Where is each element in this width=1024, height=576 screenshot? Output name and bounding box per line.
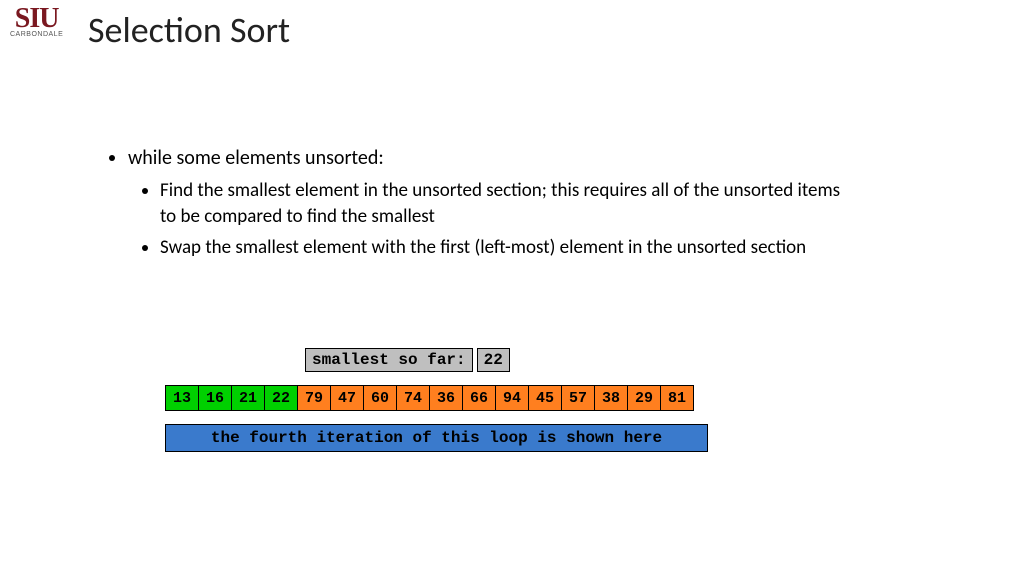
- smallest-so-far-box: smallest so far: 22: [305, 348, 510, 372]
- array-cell-unsorted: 66: [462, 385, 496, 411]
- array-cell-unsorted: 45: [528, 385, 562, 411]
- smallest-value: 22: [477, 348, 510, 372]
- array-cell-unsorted: 74: [396, 385, 430, 411]
- array-cell-unsorted: 81: [660, 385, 694, 411]
- array-cell-unsorted: 79: [297, 385, 331, 411]
- array-cell-unsorted: 29: [627, 385, 661, 411]
- array-cell-unsorted: 38: [594, 385, 628, 411]
- siu-logo: SIU CARBONDALE: [10, 6, 63, 38]
- bullet-sub-1: Find the smallest element in the unsorte…: [160, 178, 860, 229]
- array-cell-unsorted: 60: [363, 385, 397, 411]
- array-cell-sorted: 22: [264, 385, 298, 411]
- array-row: 13 16 21 22 79 47 60 74 36 66 94 45 57 3…: [165, 385, 693, 411]
- logo-sub: CARBONDALE: [10, 31, 63, 38]
- slide-content: while some elements unsorted: Find the s…: [100, 145, 860, 267]
- bullet-main: while some elements unsorted: Find the s…: [128, 145, 860, 261]
- slide: SIU CARBONDALE Selection Sort while some…: [0, 0, 1024, 576]
- array-cell-unsorted: 57: [561, 385, 595, 411]
- logo-main: SIU: [10, 6, 63, 31]
- smallest-label: smallest so far:: [305, 348, 473, 372]
- array-cell-unsorted: 36: [429, 385, 463, 411]
- array-cell-sorted: 21: [231, 385, 265, 411]
- array-cell-unsorted: 94: [495, 385, 529, 411]
- bullet-main-text: while some elements unsorted:: [128, 146, 384, 170]
- bullet-sub-2: Swap the smallest element with the first…: [160, 235, 860, 261]
- iteration-caption: the fourth iteration of this loop is sho…: [165, 424, 708, 452]
- array-cell-sorted: 16: [198, 385, 232, 411]
- array-cell-unsorted: 47: [330, 385, 364, 411]
- array-cell-sorted: 13: [165, 385, 199, 411]
- slide-title: Selection Sort: [88, 8, 290, 52]
